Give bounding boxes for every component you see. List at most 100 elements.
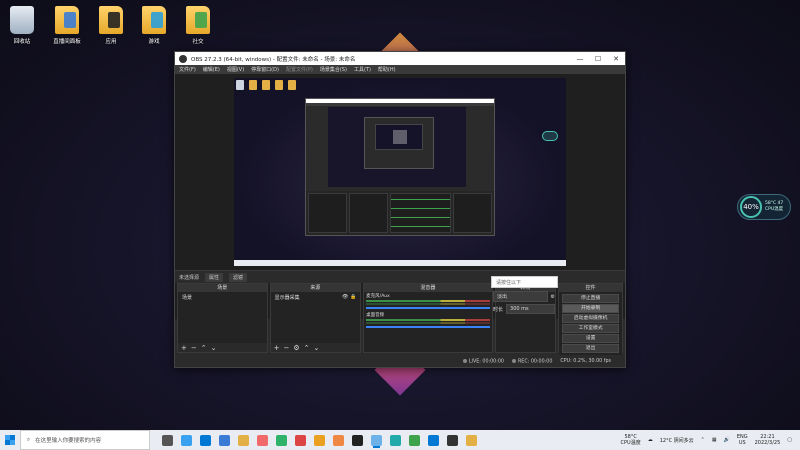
taskbar-app-icon[interactable] <box>352 434 363 446</box>
taskbar-cpu-temp[interactable]: 58°C CPU温度 <box>621 434 641 446</box>
desktop-icon-apps[interactable]: 应用 <box>94 6 128 45</box>
source-item-label: 显示器采集 <box>274 295 300 301</box>
move-down-icon[interactable]: ⌄ <box>314 344 320 352</box>
move-down-icon[interactable]: ⌄ <box>211 344 217 352</box>
tray-chevron-icon[interactable]: ⌃ <box>701 437 705 443</box>
volume-slider[interactable] <box>366 307 490 309</box>
volume-meter <box>366 319 490 321</box>
menu-help[interactable]: 帮助(H) <box>378 66 396 73</box>
taskbar-app-icon[interactable] <box>390 434 401 446</box>
desktop-icon-label: 应用 <box>105 39 117 45</box>
notification-icon[interactable]: ▢ <box>787 437 792 443</box>
desktop-icon-social[interactable]: 社交 <box>181 6 215 45</box>
volume-icon[interactable]: 🔊 <box>724 437 730 443</box>
menu-file[interactable]: 文件(F) <box>179 66 196 73</box>
no-source-label: 未选择源 <box>179 274 200 281</box>
source-settings-icon[interactable]: ⚙ <box>293 344 299 352</box>
taskbar-app-icon[interactable] <box>314 434 325 446</box>
cpu-widget-line2: CPU温度 <box>765 207 784 212</box>
move-up-icon[interactable]: ⌃ <box>201 344 207 352</box>
weather-icon: ☁ <box>647 437 653 443</box>
close-icon[interactable]: ✕ <box>607 55 625 63</box>
taskbar-app-icon[interactable] <box>200 434 211 446</box>
stop-streaming-button[interactable]: 停止直播 <box>562 294 619 303</box>
taskbar-app-icon[interactable] <box>447 434 458 446</box>
duration-input[interactable]: 300 ms <box>506 304 555 314</box>
transition-popup[interactable]: 请按住以下 <box>491 276 558 288</box>
desktop-icon-stream-panel[interactable]: 直播间面板 <box>50 6 84 45</box>
live-time: LIVE: 00:00:00 <box>468 359 504 365</box>
preview-taskbar <box>234 260 566 266</box>
move-up-icon[interactable]: ⌃ <box>304 344 310 352</box>
transition-gear-icon[interactable]: ⚙ <box>551 294 555 300</box>
mixer-track-label: 麦克风/Aux <box>366 294 390 299</box>
search-icon: ⌕ <box>27 436 31 443</box>
minimize-icon[interactable]: — <box>571 55 589 63</box>
desktop-icon-games[interactable]: 游戏 <box>137 6 171 45</box>
menu-scene-collection[interactable]: 场景集合(S) <box>320 66 347 73</box>
add-source-icon[interactable]: + <box>274 344 280 352</box>
filters-button[interactable]: 滤镜 <box>229 272 248 282</box>
taskbar-app-icon[interactable] <box>333 434 344 446</box>
taskbar-app-icon[interactable] <box>409 434 420 446</box>
weather-text[interactable]: 12°C 阴间多云 <box>660 437 694 444</box>
cpu-usage-ring: 40% <box>740 196 762 218</box>
preview-cpu-widget <box>542 131 558 141</box>
menu-view[interactable]: 视图(V) <box>227 66 244 73</box>
cpu-temperature-widget[interactable]: 40% 58°C 47 CPU温度 <box>737 194 791 220</box>
taskbar-search[interactable]: ⌕ 在这里输入你要搜索的内容 <box>20 430 150 450</box>
taskbar-app-icon[interactable] <box>295 434 306 446</box>
desktop-icon-label: 回收站 <box>13 39 31 45</box>
maximize-icon[interactable]: ☐ <box>589 55 607 63</box>
start-recording-button[interactable]: 开始录制 <box>562 304 619 313</box>
exit-button[interactable]: 退出 <box>562 344 619 353</box>
obs-window: OBS 27.2.3 (64-bit, windows) - 配置文件: 未命名… <box>174 51 626 368</box>
menu-docks[interactable]: 停靠窗口(D) <box>251 66 279 73</box>
scenes-dock-title: 场景 <box>178 284 267 292</box>
add-scene-icon[interactable]: + <box>181 344 187 352</box>
start-virtual-camera-button[interactable]: 启动虚拟摄像机 <box>562 314 619 323</box>
lock-icon[interactable]: 🔒 <box>350 294 356 300</box>
studio-mode-button[interactable]: 工作室模式 <box>562 324 619 333</box>
taskbar-app-icon[interactable] <box>466 434 477 446</box>
desktop-icon-label: 直播间面板 <box>53 39 81 45</box>
taskbar-app-icon[interactable] <box>219 434 230 446</box>
language-indicator[interactable]: ENG US <box>737 434 748 446</box>
taskbar-app-icon[interactable] <box>257 434 268 446</box>
menu-profile[interactable]: 配置文件(P) <box>286 66 313 73</box>
start-button[interactable] <box>0 430 20 450</box>
volume-meter <box>366 303 490 305</box>
obs-title-bar[interactable]: OBS 27.2.3 (64-bit, windows) - 配置文件: 未命名… <box>175 52 625 65</box>
menu-tools[interactable]: 工具(T) <box>354 66 371 73</box>
taskbar-app-icon[interactable] <box>162 434 173 446</box>
network-icon[interactable]: ▦ <box>712 437 717 443</box>
eye-icon[interactable]: 👁 <box>342 294 348 300</box>
recycle-bin-icon <box>10 6 34 34</box>
live-dot-icon <box>462 358 467 363</box>
source-item[interactable]: 显示器采集 👁 🔒 <box>273 293 359 302</box>
docks-area: 场景 场景 + − ⌃ ⌄ 来源 显示器采集 👁 🔒 + − ⚙ ⌃ ⌄ 混音器… <box>175 283 625 355</box>
taskbar-app-icon[interactable] <box>181 434 192 446</box>
duration-label: 时长 <box>493 306 504 313</box>
scene-item[interactable]: 场景 <box>180 293 265 302</box>
desktop-icon-label: 社交 <box>192 39 204 45</box>
folder-icon <box>99 6 123 34</box>
transition-type-select[interactable]: 淡出 <box>493 291 548 302</box>
mixer-dock-title: 混音器 <box>364 284 492 292</box>
menu-edit[interactable]: 编辑(E) <box>203 66 220 73</box>
remove-source-icon[interactable]: − <box>283 344 289 352</box>
window-title: OBS 27.2.3 (64-bit, windows) - 配置文件: 未命名… <box>191 56 356 63</box>
taskbar-app-icon[interactable] <box>276 434 287 446</box>
program-preview[interactable] <box>234 78 566 266</box>
properties-button[interactable]: 属性 <box>205 272 224 282</box>
desktop-icon-recycle-bin[interactable]: 回收站 <box>5 6 39 45</box>
taskbar-app-icon[interactable] <box>238 434 249 446</box>
taskbar-app-icon[interactable] <box>428 434 439 446</box>
settings-button[interactable]: 设置 <box>562 334 619 343</box>
scenes-dock: 场景 场景 + − ⌃ ⌄ <box>177 283 268 353</box>
remove-scene-icon[interactable]: − <box>191 344 197 352</box>
lang-line2: US <box>738 440 746 446</box>
taskbar-app-icon[interactable] <box>371 434 382 446</box>
taskbar-clock[interactable]: 22:21 2022/3/25 <box>755 434 781 446</box>
volume-slider[interactable] <box>366 326 490 328</box>
